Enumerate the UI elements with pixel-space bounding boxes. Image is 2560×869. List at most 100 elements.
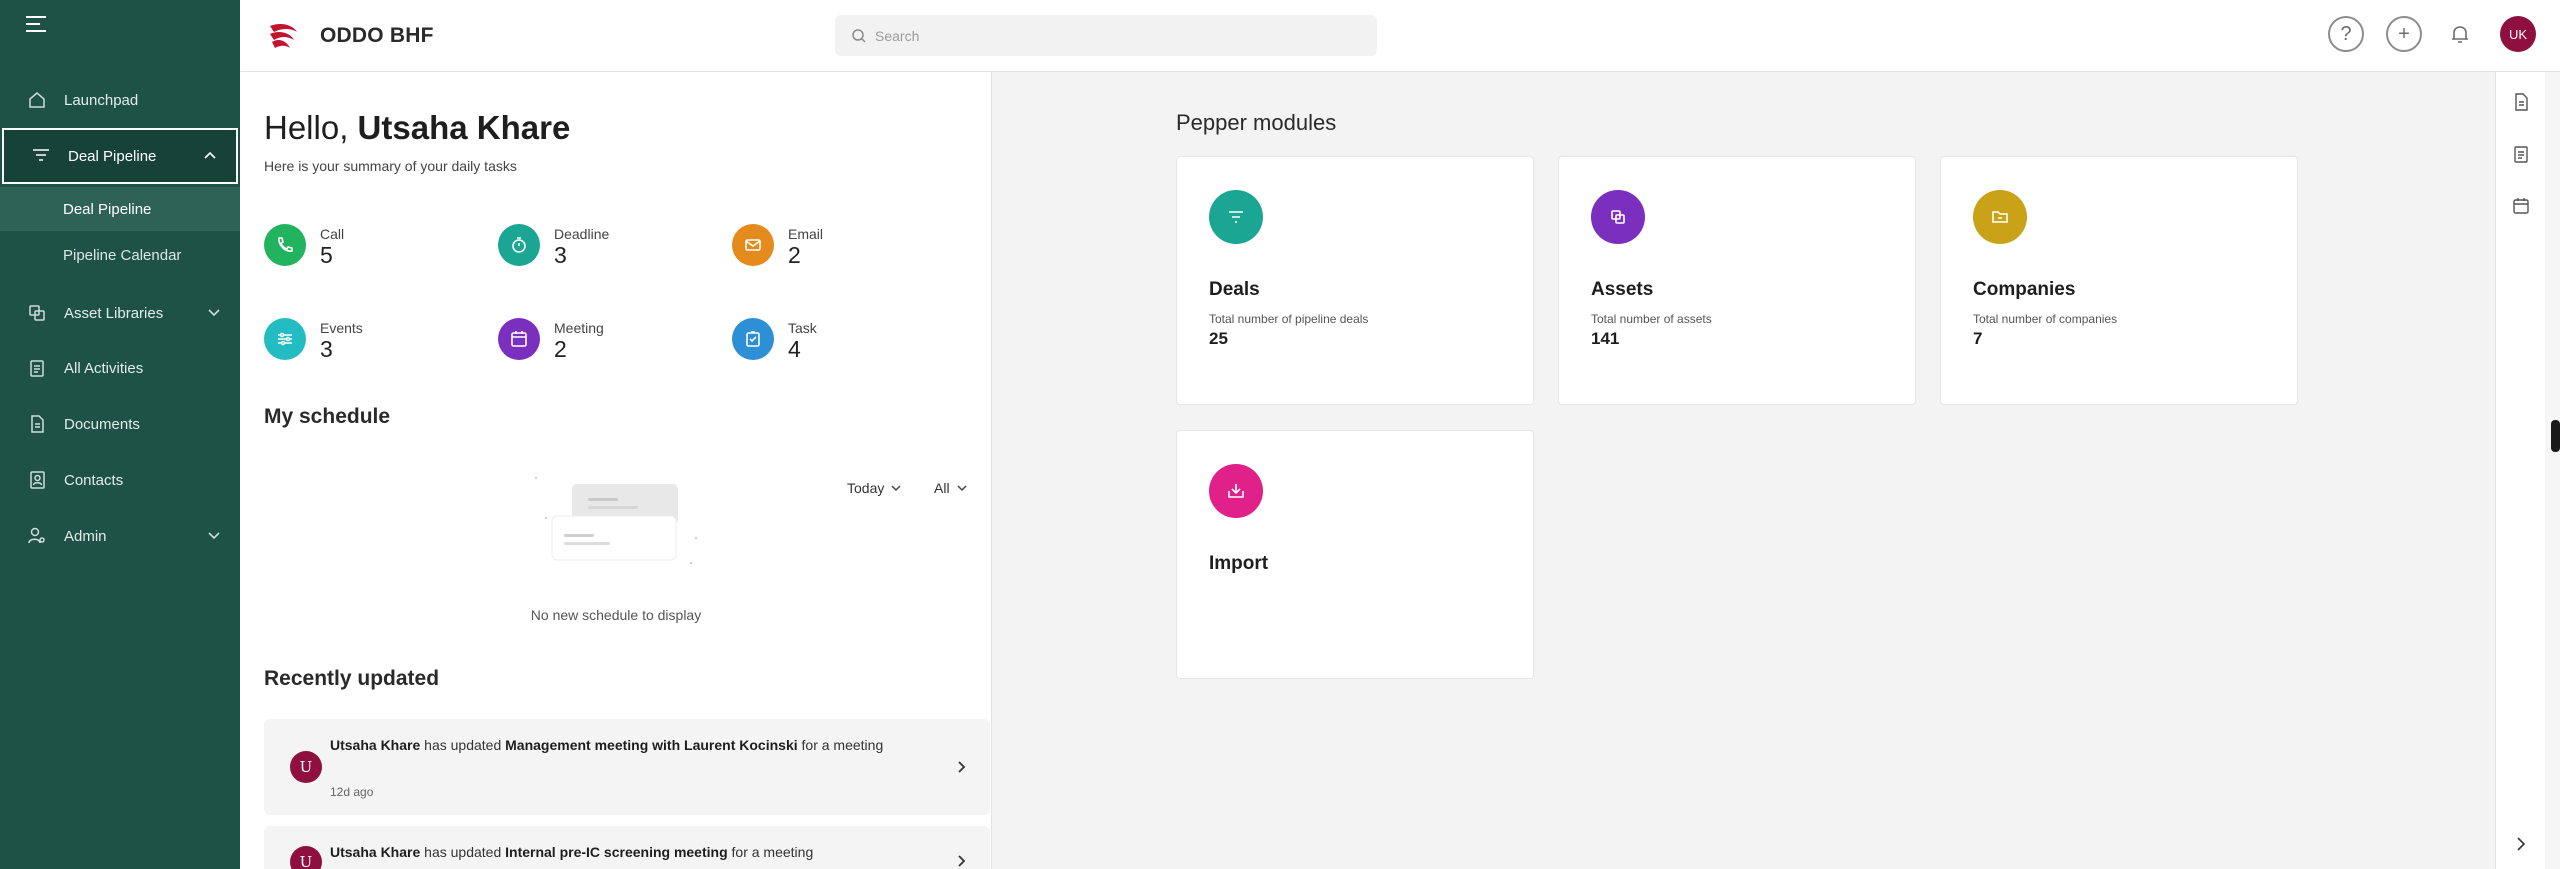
activity-item[interactable]: U Utsaha Khare has updated Management me…	[264, 719, 990, 815]
recent-title: Recently updated	[264, 667, 440, 690]
avatar: U	[290, 751, 322, 783]
folder-icon	[1973, 190, 2027, 244]
chevron-down-icon	[891, 485, 901, 492]
module-title: Assets	[1591, 279, 1654, 300]
sidebar-item-label: Launchpad	[64, 91, 139, 109]
stat-value: 2	[554, 336, 567, 362]
activity-action: has updated	[420, 844, 506, 860]
import-icon	[1209, 464, 1263, 518]
activity-text: Utsaha Khare has updated Management meet…	[330, 735, 890, 755]
activity-subject: Management meeting with Laurent Kocinski	[505, 737, 798, 753]
help-button[interactable]: ?	[2328, 16, 2364, 52]
stat-task[interactable]: Task 4	[732, 318, 932, 368]
stat-label: Events	[320, 320, 363, 336]
chevron-up-icon	[204, 151, 216, 159]
activity-text: Utsaha Khare has updated Internal pre-IC…	[330, 842, 890, 862]
document-icon	[26, 413, 48, 435]
contacts-icon	[26, 469, 48, 491]
sidebar-item-documents[interactable]: Documents	[0, 397, 240, 451]
greeting: Hello, Utsaha Khare	[264, 109, 570, 147]
calendar-icon[interactable]	[2511, 196, 2531, 216]
search-icon	[852, 28, 866, 43]
stat-label: Deadline	[554, 226, 610, 242]
assets-icon	[1591, 190, 1645, 244]
task-icon	[732, 318, 774, 360]
user-settings-icon	[26, 525, 48, 547]
stat-value: 5	[320, 242, 333, 268]
stat-label: Task	[788, 320, 817, 336]
empty-schedule-illustration	[534, 476, 698, 565]
daily-summary-panel: Hello, Utsaha Khare Here is your summary…	[240, 72, 992, 869]
module-description: Total number of assets	[1591, 312, 1712, 326]
logo-icon	[270, 24, 297, 48]
search-input[interactable]	[875, 27, 1355, 44]
search-bar[interactable]	[835, 15, 1377, 56]
greeting-prefix: Hello,	[264, 109, 349, 146]
stat-deadline[interactable]: Deadline 3	[498, 224, 698, 274]
stat-email[interactable]: Email 2	[732, 224, 932, 274]
activity-item[interactable]: U Utsaha Khare has updated Internal pre-…	[264, 826, 990, 869]
sidebar-item-asset-libraries[interactable]: Asset Libraries	[0, 286, 240, 340]
chevron-down-icon	[957, 485, 967, 492]
stat-events[interactable]: Events 3	[264, 318, 464, 368]
sidebar-subitem-deal-pipeline[interactable]: Deal Pipeline	[0, 187, 240, 231]
sidebar-item-deal-pipeline[interactable]: Deal Pipeline	[2, 128, 238, 184]
sliders-icon	[264, 318, 306, 360]
module-card-deals[interactable]: Deals Total number of pipeline deals 25	[1176, 156, 1534, 405]
phone-icon	[264, 224, 306, 266]
day-filter-dropdown[interactable]: Today	[847, 480, 902, 496]
sidebar-item-contacts[interactable]: Contacts	[0, 453, 240, 507]
stat-call[interactable]: Call 5	[264, 224, 464, 274]
activity-time: 12d ago	[330, 785, 374, 799]
home-icon	[26, 89, 48, 111]
brand-name: ODDO BHF	[320, 24, 434, 47]
chevron-right-icon[interactable]	[2511, 834, 2531, 854]
greeting-name: Utsaha Khare	[357, 109, 571, 146]
module-description: Total number of pipeline deals	[1209, 312, 1369, 326]
plus-icon: +	[2398, 22, 2410, 45]
chevron-right-icon	[958, 761, 966, 773]
sidebar-item-label: Admin	[64, 527, 107, 545]
stat-value: 3	[554, 242, 567, 268]
type-filter-label: All	[934, 480, 950, 496]
module-card-import[interactable]: Import	[1176, 430, 1534, 679]
sidebar-item-admin[interactable]: Admin	[0, 509, 240, 563]
type-filter-dropdown[interactable]: All	[934, 480, 968, 496]
document-icon[interactable]	[2511, 92, 2531, 112]
user-avatar[interactable]: UK	[2500, 16, 2536, 52]
stat-label: Meeting	[554, 320, 604, 336]
module-card-assets[interactable]: Assets Total number of assets 141	[1558, 156, 1916, 405]
scrollbar[interactable]	[2545, 72, 2560, 869]
sidebar-item-label: Asset Libraries	[64, 304, 164, 322]
sidebar-subitem-label: Deal Pipeline	[63, 200, 152, 218]
sidebar-item-all-activities[interactable]: All Activities	[0, 341, 240, 395]
clipboard-icon	[26, 357, 48, 379]
module-value: 7	[1973, 329, 1983, 348]
modules-title: Pepper modules	[1176, 110, 1337, 135]
chevron-right-icon	[958, 855, 966, 867]
module-value: 141	[1591, 329, 1620, 348]
filter-icon	[1209, 190, 1263, 244]
sidebar-item-label: Deal Pipeline	[68, 147, 157, 165]
help-icon: ?	[2340, 22, 2352, 45]
sidebar-item-label: Contacts	[64, 471, 124, 489]
notifications-button[interactable]	[2442, 16, 2478, 52]
sidebar-item-launchpad[interactable]: Launchpad	[0, 73, 240, 127]
activity-suffix: for a meeting	[727, 844, 814, 860]
module-description: Total number of companies	[1973, 312, 2118, 326]
add-button[interactable]: +	[2386, 16, 2422, 52]
schedule-title: My schedule	[264, 405, 391, 428]
clipboard-icon[interactable]	[2511, 144, 2531, 164]
module-card-companies[interactable]: Companies Total number of companies 7	[1940, 156, 2298, 405]
menu-icon[interactable]	[26, 16, 46, 32]
stat-label: Email	[788, 226, 824, 242]
module-title: Deals	[1209, 279, 1260, 300]
module-value: 25	[1209, 329, 1228, 348]
sidebar: Launchpad Deal Pipeline Deal Pipeline Pi…	[0, 0, 240, 869]
scrollbar-thumb[interactable]	[2551, 420, 2560, 452]
bell-icon	[2452, 26, 2468, 43]
stat-meeting[interactable]: Meeting 2	[498, 318, 698, 368]
module-title: Import	[1209, 553, 1269, 574]
calendar-icon	[498, 318, 540, 360]
sidebar-subitem-pipeline-calendar[interactable]: Pipeline Calendar	[0, 233, 240, 277]
